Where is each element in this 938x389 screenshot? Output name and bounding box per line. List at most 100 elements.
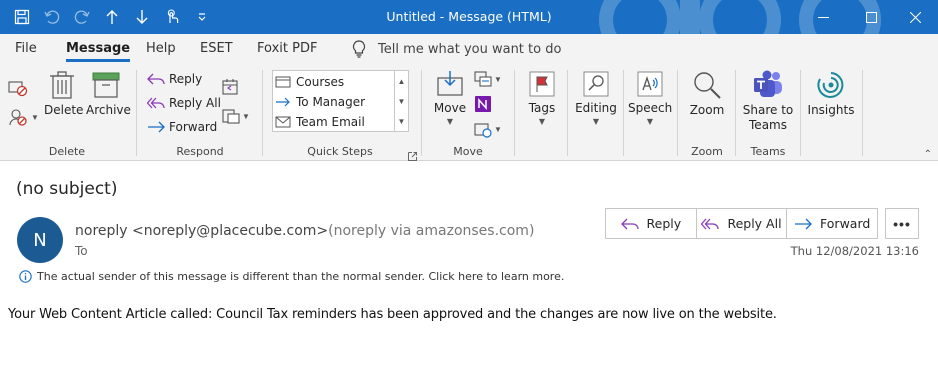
speech-button[interactable]: Speech ▼ bbox=[628, 70, 672, 126]
forward-button[interactable]: Forward bbox=[787, 209, 877, 238]
save-icon[interactable] bbox=[8, 2, 36, 32]
sender-via: (noreply via amazonses.com) bbox=[328, 223, 535, 239]
forward-icon bbox=[795, 218, 812, 229]
more-actions-button[interactable]: ••• bbox=[885, 208, 919, 239]
actions-icon[interactable]: ▼ bbox=[474, 120, 502, 138]
reply-all-ribbon-label: Reply All bbox=[169, 96, 221, 110]
maximize-button[interactable] bbox=[848, 0, 894, 34]
avatar: N bbox=[17, 217, 63, 263]
message-date: Thu 12/08/2021 13:16 bbox=[790, 244, 919, 258]
delete-label: Delete bbox=[44, 103, 84, 117]
quick-step-team-email[interactable]: Team Email bbox=[275, 112, 393, 132]
sender-line[interactable]: noreply <noreply@placecube.com>(noreply … bbox=[75, 223, 534, 239]
tab-message[interactable]: Message bbox=[66, 41, 131, 62]
tab-file[interactable]: File bbox=[15, 41, 37, 56]
up-arrow-icon[interactable] bbox=[98, 2, 126, 32]
quick-step-label: Courses bbox=[296, 75, 345, 89]
quick-step-courses[interactable]: Courses bbox=[275, 72, 393, 92]
reply-all-icon bbox=[147, 97, 165, 109]
chevron-down-icon: ▼ bbox=[538, 117, 546, 126]
insights-label: Insights bbox=[807, 103, 855, 117]
minimize-button[interactable] bbox=[800, 0, 846, 34]
delete-button[interactable]: Delete bbox=[44, 70, 84, 117]
to-label: To bbox=[75, 244, 88, 258]
reply-button-label: Reply bbox=[646, 216, 682, 231]
editing-label: Editing bbox=[575, 101, 617, 115]
tell-me-search[interactable]: Tell me what you want to do bbox=[352, 40, 561, 58]
junk-icon[interactable]: ▼ bbox=[8, 107, 39, 127]
archive-icon bbox=[92, 72, 120, 98]
onenote-icon[interactable] bbox=[474, 95, 492, 118]
message-body: Your Web Content Article called: Council… bbox=[8, 307, 777, 322]
reply-all-icon bbox=[701, 218, 720, 229]
rules-icon[interactable]: ▼ bbox=[474, 70, 502, 88]
forward-ribbon-label: Forward bbox=[169, 120, 218, 134]
more-respond-icon[interactable]: ▼ bbox=[222, 107, 250, 125]
collapse-ribbon-icon[interactable]: ⌃ bbox=[924, 149, 932, 160]
dialog-launcher-icon[interactable] bbox=[408, 148, 417, 166]
speech-label: Speech bbox=[628, 101, 673, 115]
archive-button[interactable]: Archive bbox=[86, 70, 131, 117]
editing-button[interactable]: Editing ▼ bbox=[574, 70, 618, 126]
reply-ribbon-label: Reply bbox=[169, 72, 203, 86]
tab-foxit-pdf[interactable]: Foxit PDF bbox=[257, 41, 317, 56]
forward-ribbon-button[interactable]: Forward bbox=[147, 120, 217, 134]
avatar-initial: N bbox=[33, 229, 47, 251]
ribbon-separator bbox=[677, 70, 678, 156]
reply-all-ribbon-button[interactable]: Reply All bbox=[147, 96, 221, 110]
customize-icon[interactable] bbox=[188, 2, 216, 32]
info-icon bbox=[19, 270, 32, 283]
folder-move-icon bbox=[275, 76, 291, 88]
tags-button[interactable]: Tags ▼ bbox=[524, 70, 560, 126]
zoom-label: Zoom bbox=[689, 103, 725, 117]
forward-icon bbox=[148, 121, 165, 133]
chevron-down-icon: ▼ bbox=[592, 117, 600, 126]
close-button[interactable] bbox=[892, 0, 938, 34]
sender-info-banner[interactable]: The actual sender of this message is dif… bbox=[19, 270, 564, 283]
reply-ribbon-button[interactable]: Reply bbox=[147, 72, 202, 86]
scroll-down-icon[interactable]: ▼ bbox=[394, 91, 408, 111]
zoom-group-label: Zoom bbox=[691, 145, 723, 158]
magnifier-icon bbox=[694, 72, 721, 99]
title-bar: Untitled - Message (HTML) bbox=[0, 0, 938, 34]
redo-icon[interactable] bbox=[68, 2, 96, 32]
quick-step-label: Team Email bbox=[296, 115, 365, 129]
teams-group-label: Teams bbox=[750, 145, 786, 158]
down-arrow-icon[interactable] bbox=[128, 2, 156, 32]
flag-icon bbox=[529, 71, 555, 97]
sender-info-text: The actual sender of this message is dif… bbox=[37, 270, 565, 283]
menu-bar: File Message Help ESET Foxit PDF Tell me… bbox=[0, 34, 938, 64]
insights-button[interactable]: Insights bbox=[806, 70, 856, 117]
zoom-button[interactable]: Zoom bbox=[688, 70, 726, 117]
envelope-icon bbox=[275, 116, 291, 128]
ribbon-separator bbox=[623, 70, 624, 156]
reply-icon bbox=[147, 73, 165, 85]
scroll-up-icon[interactable]: ▲ bbox=[394, 71, 408, 91]
read-aloud-icon bbox=[637, 71, 663, 97]
reply-button[interactable]: Reply bbox=[606, 209, 697, 238]
tab-help[interactable]: Help bbox=[146, 41, 176, 56]
ribbon-separator bbox=[800, 70, 801, 156]
tab-eset[interactable]: ESET bbox=[200, 41, 233, 56]
trash-icon bbox=[50, 71, 74, 99]
undo-icon[interactable] bbox=[38, 2, 66, 32]
share-to-teams-button[interactable]: Share to Teams bbox=[742, 70, 794, 132]
reply-all-button[interactable]: Reply All bbox=[697, 209, 788, 238]
ribbon-separator bbox=[567, 70, 568, 156]
quick-steps-gallery: Courses To Manager Team Email ▲ ▼ ▼ bbox=[272, 70, 409, 132]
move-button[interactable]: Move ▼ bbox=[431, 70, 469, 126]
quick-step-to-manager[interactable]: To Manager bbox=[275, 92, 393, 112]
meeting-reply-icon[interactable] bbox=[222, 78, 240, 101]
ribbon: ▼ Delete Archive Delete Reply Reply All … bbox=[0, 64, 938, 161]
message-subject: (no subject) bbox=[16, 179, 118, 199]
reply-all-button-label: Reply All bbox=[727, 216, 782, 231]
touch-mode-icon[interactable] bbox=[158, 2, 186, 32]
ignore-icon[interactable] bbox=[8, 78, 28, 103]
ribbon-separator bbox=[136, 70, 137, 156]
forward-button-label: Forward bbox=[820, 216, 871, 231]
ribbon-separator bbox=[262, 70, 263, 156]
expand-gallery-icon[interactable]: ▼ bbox=[394, 111, 408, 131]
chevron-down-icon: ▼ bbox=[646, 117, 654, 126]
quick-access-toolbar bbox=[8, 0, 216, 34]
teams-icon bbox=[754, 70, 782, 97]
